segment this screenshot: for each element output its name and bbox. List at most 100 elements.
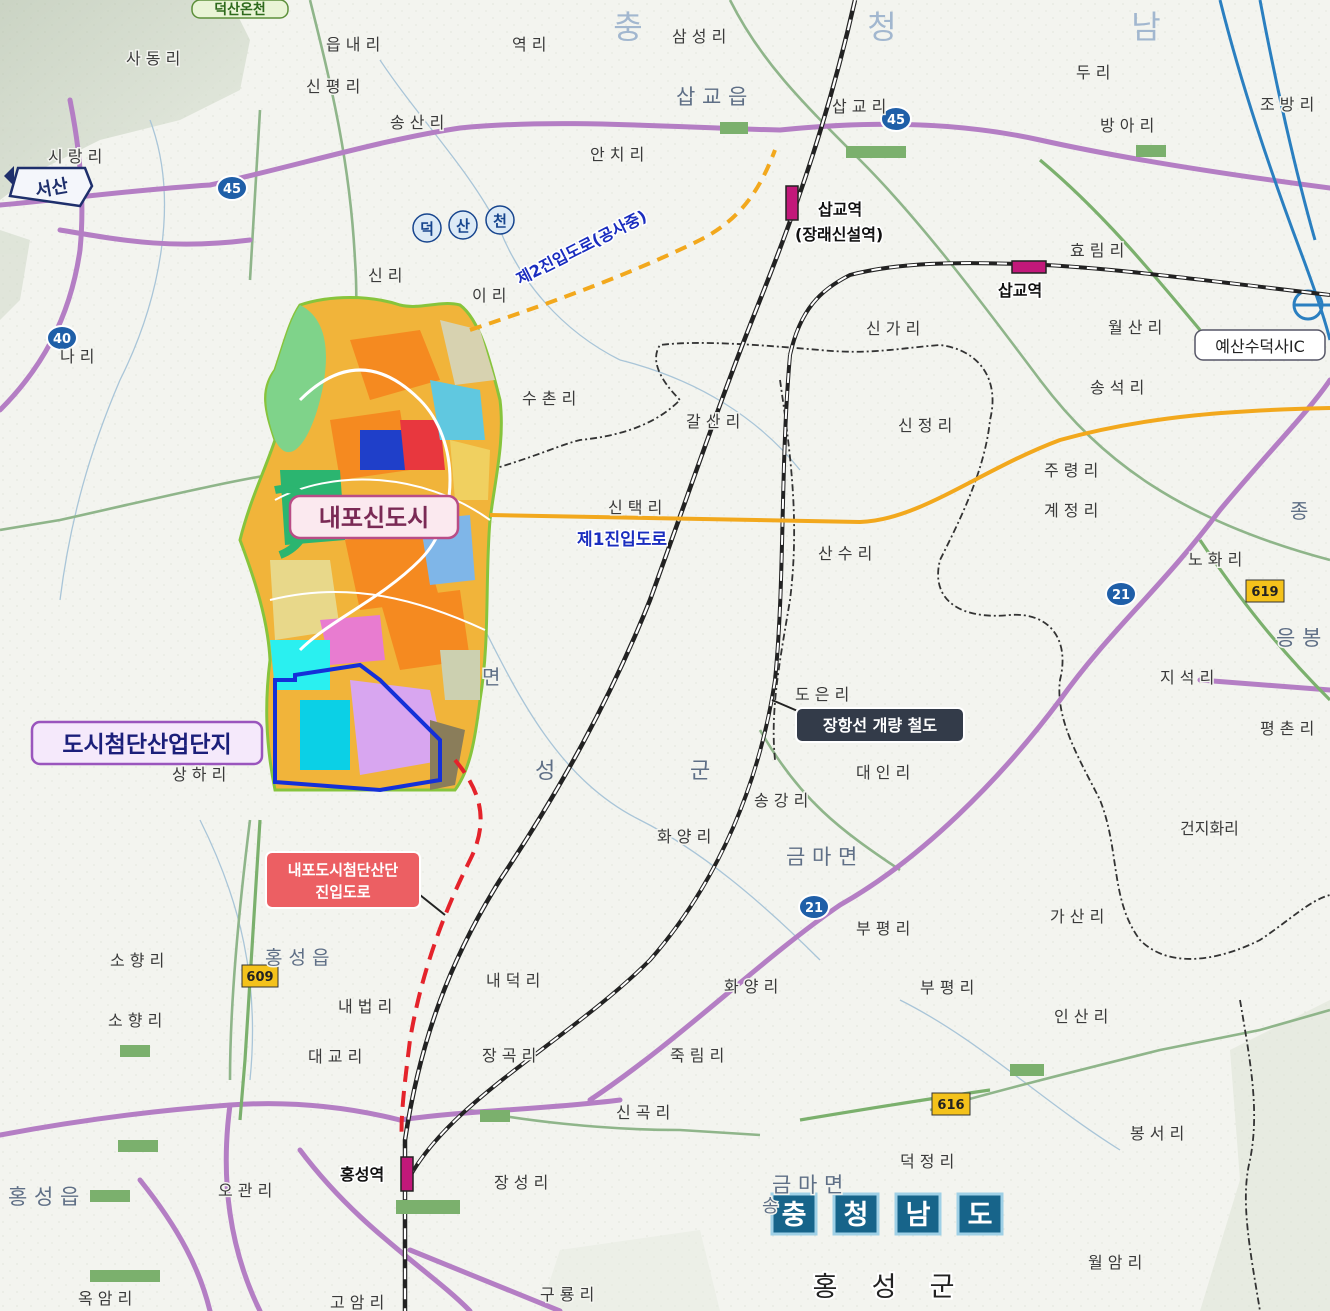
svg-text:신 가 리: 신 가 리 (866, 319, 920, 338)
svg-text:덕 정 리: 덕 정 리 (900, 1152, 954, 1171)
svg-text:평 촌 리: 평 촌 리 (1260, 719, 1314, 738)
svg-text:도 은 리: 도 은 리 (795, 685, 849, 704)
svg-text:신 리: 신 리 (368, 266, 403, 285)
svg-text:616: 616 (937, 1098, 964, 1113)
svg-text:구 룡 리: 구 룡 리 (540, 1285, 594, 1304)
svg-text:송 석 리: 송 석 리 (1090, 378, 1144, 397)
svg-text:천: 천 (493, 212, 507, 230)
svg-text:면: 면 (482, 665, 500, 689)
naepo-new-city-callout: 내포신도시 (288, 494, 460, 540)
svg-text:성: 성 (535, 759, 555, 784)
svg-text:내 덕 리: 내 덕 리 (486, 971, 540, 990)
route-21-shield-2: 21 (798, 894, 830, 920)
svg-text:이 리: 이 리 (472, 286, 507, 305)
deoksan-spa-label: 덕산온천 (191, 0, 289, 19)
label-sapgyo-new-station: 삽교역 (818, 200, 862, 219)
svg-text:도시첨단산업단지: 도시첨단산업단지 (62, 732, 231, 758)
svg-text:대 교 리: 대 교 리 (308, 1047, 362, 1066)
ic-label: 예산수덕사IC (1194, 329, 1326, 361)
svg-text:화 양 리: 화 양 리 (724, 977, 778, 996)
label-sapgyo-station: 삽교역 (998, 281, 1042, 300)
label-sapgyo-new-station-sub: (장래신설역) (795, 225, 883, 244)
svg-text:신 곡 리: 신 곡 리 (616, 1103, 670, 1122)
sapgyo-new-station-marker[interactable] (785, 185, 799, 221)
svg-text:40: 40 (53, 332, 71, 347)
svg-text:충: 충 (782, 1200, 807, 1231)
svg-text:두 리: 두 리 (1076, 63, 1111, 82)
svg-text:읍 내 리: 읍 내 리 (326, 35, 380, 54)
svg-text:옥 암 리: 옥 암 리 (78, 1289, 132, 1308)
svg-text:부 평 리: 부 평 리 (856, 919, 910, 938)
svg-text:나 리: 나 리 (60, 347, 95, 366)
svg-text:진입도로: 진입도로 (315, 883, 370, 901)
svg-text:609: 609 (246, 970, 273, 985)
map-canvas[interactable]: 삽교역 (장래신설역) 삽교역 홍성역 예산수덕사IC 45 45 40 21 … (0, 0, 1330, 1311)
svg-text:종: 종 (1290, 499, 1308, 523)
svg-text:내 법 리: 내 법 리 (338, 997, 392, 1016)
svg-text:응 봉: 응 봉 (1276, 626, 1321, 650)
svg-text:고 암 리: 고 암 리 (330, 1293, 384, 1311)
svg-text:청: 청 (867, 8, 896, 46)
svg-text:수 촌 리: 수 촌 리 (522, 389, 576, 408)
route-616-shield: 616 (931, 1092, 971, 1116)
svg-text:신 평 리: 신 평 리 (306, 77, 360, 96)
svg-text:월 암 리: 월 암 리 (1088, 1253, 1142, 1272)
svg-text:장 곡 리: 장 곡 리 (482, 1046, 536, 1065)
svg-text:장항선 개량 철도: 장항선 개량 철도 (823, 716, 937, 735)
svg-text:내포도시첨단산단: 내포도시첨단산단 (288, 861, 399, 879)
svg-text:내포신도시: 내포신도시 (319, 504, 429, 532)
svg-text:신 정 리: 신 정 리 (898, 416, 952, 435)
svg-text:산 수 리: 산 수 리 (818, 544, 872, 563)
svg-text:가 산 리: 가 산 리 (1050, 907, 1104, 926)
svg-text:덕: 덕 (420, 220, 434, 238)
svg-text:송: 송 (762, 1196, 779, 1217)
svg-text:건지화리: 건지화리 (1180, 819, 1239, 838)
svg-text:군: 군 (690, 759, 710, 784)
industrial-complex-callout: 도시첨단산업단지 (30, 720, 264, 766)
svg-text:삼 성 리: 삼 성 리 (672, 27, 726, 46)
svg-text:금 마 면: 금 마 면 (786, 845, 857, 869)
svg-text:효 림 리: 효 림 리 (1070, 241, 1124, 260)
svg-text:소 향 리: 소 향 리 (108, 1011, 162, 1030)
industrial-access-road-callout: 내포도시첨단산단 진입도로 (265, 851, 446, 916)
svg-text:소 향 리: 소 향 리 (110, 951, 164, 970)
route-619-shield: 619 (1245, 579, 1285, 603)
hongseong-gun-label: 홍 성 군 (811, 1270, 957, 1305)
svg-text:인 산 리: 인 산 리 (1054, 1007, 1108, 1026)
svg-text:삽 교 읍: 삽 교 읍 (676, 85, 747, 109)
svg-text:방 아 리: 방 아 리 (1100, 116, 1154, 135)
svg-text:노 화 리: 노 화 리 (1188, 550, 1242, 569)
svg-text:지 석 리: 지 석 리 (1160, 668, 1214, 687)
svg-text:남: 남 (1131, 8, 1160, 46)
svg-text:신 택 리: 신 택 리 (608, 498, 662, 517)
svg-text:성: 성 (872, 1272, 897, 1303)
svg-text:장 성 리: 장 성 리 (494, 1173, 548, 1192)
svg-text:월 산 리: 월 산 리 (1108, 318, 1162, 337)
label-entry-road-1: 제1진입도로 (577, 530, 667, 550)
svg-text:오 관 리: 오 관 리 (218, 1181, 272, 1200)
route-45-shield-1: 45 (216, 175, 248, 201)
svg-text:사 동 리: 사 동 리 (126, 49, 180, 68)
svg-text:상 하 리: 상 하 리 (172, 765, 226, 784)
sapgyo-station-marker[interactable] (1011, 260, 1047, 274)
label-hongseong-station: 홍성역 (340, 1165, 384, 1184)
svg-text:619: 619 (1251, 585, 1278, 600)
svg-text:주 령 리: 주 령 리 (1044, 461, 1098, 480)
svg-text:도: 도 (968, 1200, 993, 1231)
svg-text:21: 21 (1112, 588, 1130, 603)
svg-text:홍: 홍 (813, 1272, 838, 1303)
svg-text:봉 서 리: 봉 서 리 (1130, 1124, 1184, 1143)
label-ic: 예산수덕사IC (1215, 337, 1305, 356)
svg-text:조 방 리: 조 방 리 (1260, 95, 1314, 114)
route-21-shield-1: 21 (1105, 581, 1137, 607)
svg-text:갈 산 리: 갈 산 리 (686, 412, 740, 431)
svg-text:금 마 면: 금 마 면 (772, 1173, 843, 1197)
svg-text:충: 충 (613, 8, 642, 46)
naepo-new-city-area (238, 296, 503, 792)
hongseong-station-marker[interactable] (400, 1156, 414, 1192)
svg-text:안 치 리: 안 치 리 (590, 145, 644, 164)
svg-text:삽 교 리: 삽 교 리 (832, 97, 886, 116)
svg-text:송 강 리: 송 강 리 (754, 791, 808, 810)
svg-text:홍 성 읍: 홍 성 읍 (265, 947, 330, 969)
svg-text:송 산 리: 송 산 리 (390, 113, 444, 132)
